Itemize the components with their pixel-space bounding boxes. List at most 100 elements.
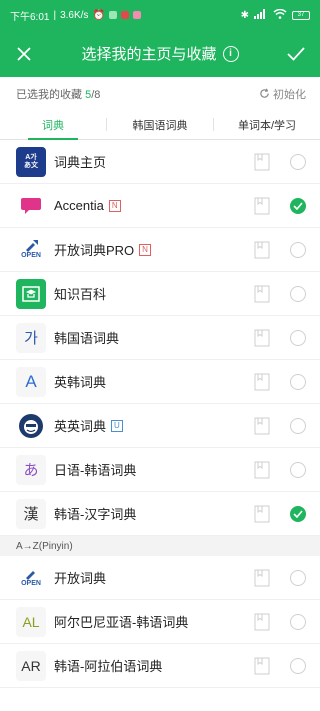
status-time: 下午6:01 [10,11,50,23]
bookmark-icon[interactable] [254,197,270,215]
select-radio[interactable] [290,569,306,586]
dictionary-list: A가 あ文 词典主页 Accentia N OPEN 开放词典PRO N 知识百科 … [0,140,320,688]
item-label: 阿尔巴尼亚语-韩语词典 [54,615,189,630]
item-label: 韩语-汉字词典 [54,507,137,522]
select-radio[interactable] [290,285,306,302]
select-radio-checked[interactable] [290,505,306,522]
item-label: 英韩词典 [54,375,107,390]
list-item[interactable]: Accentia N [0,184,320,228]
app-notification-icon [132,11,141,19]
wifi-icon [273,8,287,22]
counter-total: /8 [91,88,101,101]
select-radio[interactable] [290,329,306,346]
reset-label: 初始化 [273,88,306,101]
selection-counter: 已选我的收藏 5/8 初始化 [0,77,320,110]
select-radio-checked[interactable] [290,197,306,214]
item-name: 开放词典PRO N [54,240,254,259]
item-label: 日语-韩语词典 [54,463,137,478]
japanese-korean-dictionary-icon: あ [16,454,46,485]
korean-dictionary-icon: 가 [16,322,46,353]
bookmark-icon[interactable] [254,373,270,391]
select-radio[interactable] [290,373,306,390]
item-name: 日语-韩语词典 [54,460,254,479]
bookmark-icon[interactable] [254,241,270,259]
item-label: 开放词典 [54,571,107,586]
list-item[interactable]: 知识百科 [0,272,320,316]
info-icon[interactable]: i [222,45,239,62]
bluetooth-icon: ✱ [240,9,249,21]
select-radio[interactable] [290,417,306,434]
item-label: 韩国语词典 [54,331,120,346]
bookmark-icon[interactable] [254,153,270,171]
open-dictionary-icon: OPEN [16,562,46,593]
item-label: 开放词典PRO [54,243,135,258]
accentia-icon [16,190,46,221]
item-name: 英韩词典 [54,372,254,391]
status-left: 下午6:01 | 3.6K/s ⏰ [10,8,241,23]
list-item[interactable]: OPEN 开放词典 [0,556,320,600]
list-item[interactable]: 漢 韩语-汉字词典 [0,492,320,536]
list-item[interactable]: AR 韩语-阿拉伯语词典 [0,644,320,688]
close-icon [17,46,31,61]
reset-button[interactable]: 初始化 [259,86,306,102]
select-radio[interactable] [290,657,306,674]
title-bar: 选择我的主页与收藏 i [0,30,320,77]
item-name: 开放词典 [54,568,254,587]
update-badge: U [111,419,123,432]
app-notification-icon [108,11,117,19]
status-bar: 下午6:01 | 3.6K/s ⏰ ✱ 37 [0,0,320,30]
select-radio[interactable] [290,461,306,478]
knowledge-encyclopedia-icon [16,278,46,309]
bookmark-icon[interactable] [254,505,270,523]
close-button[interactable] [12,42,36,66]
item-name: 阿尔巴尼亚语-韩语词典 [54,612,254,631]
tab-korean-dictionary[interactable]: 韩国语词典 [107,110,213,139]
item-label: 英英词典 [54,419,107,434]
list-item[interactable]: あ 日语-韩语词典 [0,448,320,492]
select-radio[interactable] [290,153,306,170]
select-radio[interactable] [290,613,306,630]
check-icon [287,46,305,61]
tab-dictionary[interactable]: 词典 [0,110,106,140]
bookmark-icon[interactable] [254,329,270,347]
list-item[interactable]: 英英词典 U [0,404,320,448]
item-name: 韩语-阿拉伯语词典 [54,656,254,675]
korean-arabic-dictionary-icon: AR [16,650,46,681]
status-right: ✱ 37 [240,8,310,22]
list-item[interactable]: OPEN 开放词典PRO N [0,228,320,272]
list-item[interactable]: AL 阿尔巴尼亚语-韩语词典 [0,600,320,644]
item-name: 知识百科 [54,284,254,303]
item-label: 韩语-阿拉伯语词典 [54,659,163,674]
app-notification-icon [120,11,129,19]
select-radio[interactable] [290,241,306,258]
english-english-dictionary-icon [16,410,46,441]
list-item[interactable]: A 英韩词典 [0,360,320,404]
bookmark-icon[interactable] [254,569,270,587]
refresh-icon [260,88,269,98]
section-header: A→Z(Pinyin) [0,536,320,556]
bookmark-icon[interactable] [254,285,270,303]
item-name: Accentia N [54,198,254,213]
bookmark-icon[interactable] [254,417,270,435]
check-icon [293,509,303,518]
open-icon-label: OPEN [21,580,41,587]
status-divider: | [53,9,57,21]
item-label: Accentia [54,198,104,213]
list-item[interactable]: 가 韩国语词典 [0,316,320,360]
tab-bar: 词典 韩国语词典 单词本/学习 [0,110,320,140]
battery-icon: 37 [292,10,310,20]
confirm-button[interactable] [284,42,308,66]
bookmark-icon[interactable] [254,461,270,479]
tab-wordbook[interactable]: 单词本/学习 [214,110,320,139]
bookmark-icon[interactable] [254,613,270,631]
counter-text: 已选我的收藏 5/8 [16,86,259,102]
check-icon [293,201,303,210]
new-badge: N [108,199,121,212]
item-name: 韩语-汉字词典 [54,504,254,523]
list-item[interactable]: A가 あ文 词典主页 [0,140,320,184]
item-label: 知识百科 [54,287,107,302]
bookmark-icon[interactable] [254,657,270,675]
new-badge: N [139,243,151,256]
alarm-icon: ⏰ [92,9,105,21]
counter-label: 已选我的收藏 [16,88,82,101]
